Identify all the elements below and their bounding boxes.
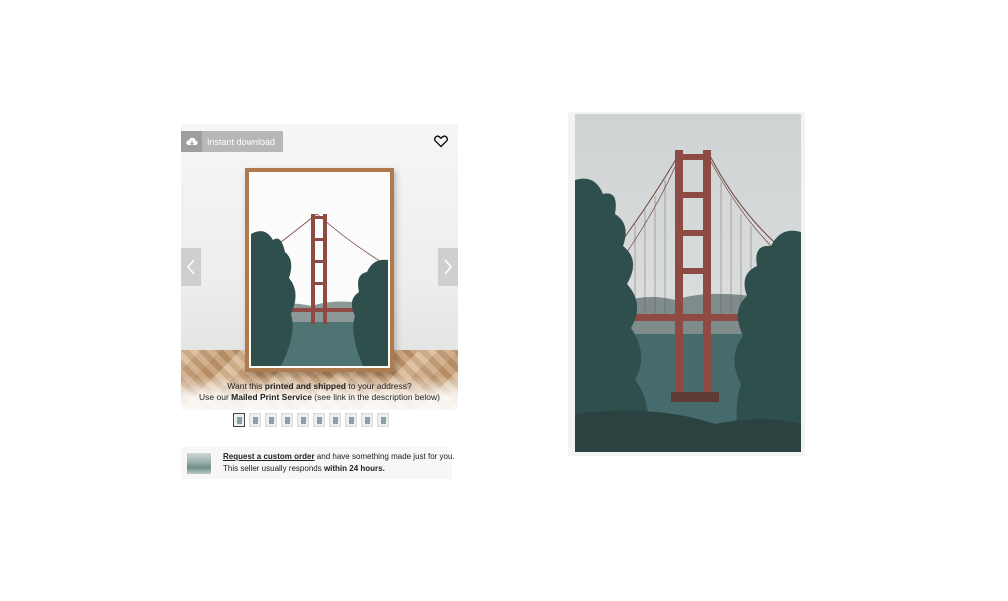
thumbnail-4[interactable] bbox=[281, 413, 293, 427]
thumbnail-5[interactable] bbox=[297, 413, 309, 427]
golden-gate-photo bbox=[575, 114, 801, 452]
seller-thumbnail bbox=[187, 453, 211, 474]
custom-order-box: Request a custom order and have somethin… bbox=[181, 447, 455, 479]
caption-1-bold: printed and shipped bbox=[264, 381, 347, 391]
caption-2-bold: Mailed Print Service bbox=[231, 392, 312, 402]
product-photo bbox=[568, 112, 805, 456]
previous-image-button[interactable] bbox=[181, 248, 201, 286]
instant-download-label: Instant download bbox=[207, 136, 276, 147]
instant-download-badge[interactable]: Instant download bbox=[181, 131, 284, 152]
thumbnail-strip bbox=[233, 413, 389, 427]
caption-line-2: Use our Mailed Print Service (see link i… bbox=[181, 392, 458, 403]
response-time-line: This seller usually responds within 24 h… bbox=[223, 464, 385, 473]
caption-2-pre: Use our bbox=[199, 392, 232, 402]
response-bold: within 24 hours. bbox=[323, 464, 385, 473]
caption-1-pre: Want this bbox=[227, 381, 265, 391]
listing-image-viewer: Instant download Want this printed and s… bbox=[181, 124, 458, 410]
thumbnail-1[interactable] bbox=[233, 413, 245, 427]
thumbnail-8[interactable] bbox=[345, 413, 357, 427]
print-service-caption: Want this printed and shipped to your ad… bbox=[181, 381, 458, 403]
thumbnail-10[interactable] bbox=[377, 413, 389, 427]
thumbnail-7[interactable] bbox=[329, 413, 341, 427]
chevron-right-icon bbox=[444, 259, 452, 275]
request-custom-order-link[interactable]: Request a custom order bbox=[223, 452, 315, 461]
chevron-left-icon bbox=[187, 259, 195, 275]
cloud-download-icon bbox=[181, 131, 202, 152]
custom-order-line: Request a custom order and have somethin… bbox=[223, 452, 455, 461]
caption-line-1: Want this printed and shipped to your ad… bbox=[181, 381, 458, 392]
thumbnail-9[interactable] bbox=[361, 413, 373, 427]
next-image-button[interactable] bbox=[438, 248, 458, 286]
framed-bridge-image bbox=[251, 174, 388, 366]
thumbnail-6[interactable] bbox=[313, 413, 325, 427]
custom-order-rest: and have something made just for you. bbox=[314, 452, 455, 461]
response-pre: This seller usually responds bbox=[223, 464, 324, 473]
caption-2-post: (see link in the description below) bbox=[311, 392, 440, 402]
framed-print bbox=[245, 168, 394, 372]
favorite-heart-icon[interactable] bbox=[433, 133, 449, 149]
thumbnail-2[interactable] bbox=[249, 413, 261, 427]
thumbnail-3[interactable] bbox=[265, 413, 277, 427]
caption-1-post: to your address? bbox=[346, 381, 412, 391]
